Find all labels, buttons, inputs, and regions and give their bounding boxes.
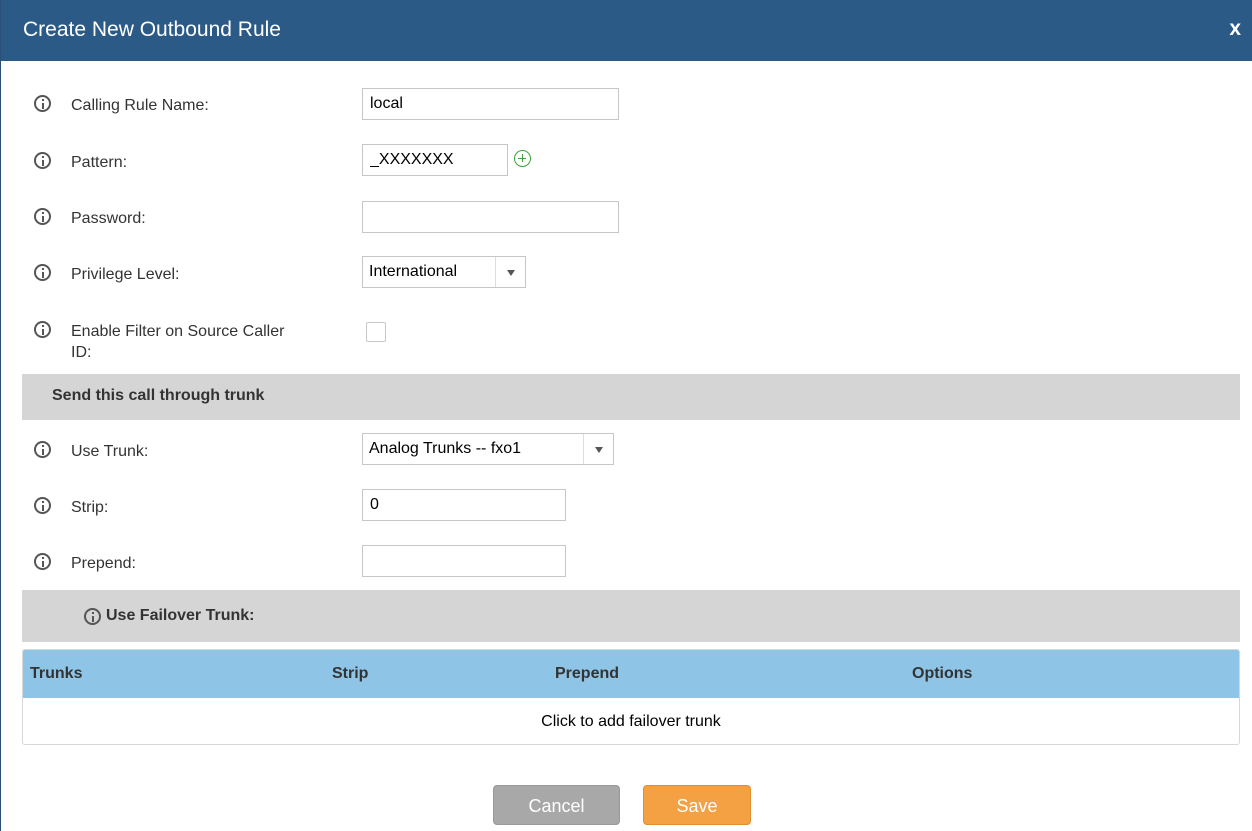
close-button[interactable]: x <box>1229 17 1241 41</box>
table-header: Trunks Strip Prepend Options <box>23 650 1239 698</box>
triangle-down-icon <box>583 434 613 464</box>
column-header-prepend: Prepend <box>555 665 620 682</box>
info-icon[interactable] <box>84 608 101 625</box>
column-header-strip: Strip <box>332 665 369 682</box>
strip-input[interactable] <box>362 489 566 521</box>
info-icon[interactable] <box>34 152 51 169</box>
privilege-level-select[interactable]: International <box>362 256 526 288</box>
info-icon[interactable] <box>34 95 51 112</box>
outbound-rule-dialog: Create New Outbound Rule x Calling Rule … <box>0 0 1252 831</box>
info-icon[interactable] <box>34 264 51 281</box>
failover-section-title: Use Failover Trunk: <box>106 607 255 624</box>
info-icon[interactable] <box>34 208 51 225</box>
trunk-section-title: Send this call through trunk <box>52 387 265 404</box>
filter-label-line2: ID: <box>71 344 92 361</box>
failover-section-header: Use Failover Trunk: <box>22 590 1240 642</box>
privilege-level-label: Privilege Level: <box>71 266 180 283</box>
dialog-titlebar: Create New Outbound Rule x <box>1 0 1252 61</box>
trunk-section-header: Send this call through trunk <box>22 374 1240 420</box>
info-icon[interactable] <box>34 553 51 570</box>
dialog-title: Create New Outbound Rule <box>23 18 281 41</box>
save-button[interactable]: Save <box>643 785 751 825</box>
use-trunk-label: Use Trunk: <box>71 443 149 460</box>
password-label: Password: <box>71 210 146 227</box>
prepend-label: Prepend: <box>71 555 136 572</box>
failover-trunk-table: Trunks Strip Prepend Options Click to ad… <box>22 649 1240 745</box>
triangle-down-icon <box>495 257 525 287</box>
pattern-label: Pattern: <box>71 154 128 171</box>
cancel-button[interactable]: Cancel <box>493 785 620 825</box>
calling-rule-name-label: Calling Rule Name: <box>71 97 209 114</box>
use-trunk-select[interactable]: Analog Trunks -- fxo1 <box>362 433 614 465</box>
info-icon[interactable] <box>34 497 51 514</box>
filter-label-line1: Enable Filter on Source Caller <box>71 323 285 340</box>
filter-source-caller-id-checkbox[interactable] <box>366 322 386 342</box>
column-header-options: Options <box>912 665 973 682</box>
plus-circle-icon[interactable] <box>514 150 531 167</box>
prepend-input[interactable] <box>362 545 566 577</box>
privilege-level-value: International <box>369 263 458 280</box>
info-icon[interactable] <box>34 441 51 458</box>
info-icon[interactable] <box>34 321 51 338</box>
column-header-trunks: Trunks <box>30 665 83 682</box>
filter-source-caller-id-label: Enable Filter on Source Caller ID: <box>71 321 284 363</box>
password-input[interactable] <box>362 201 619 233</box>
strip-label: Strip: <box>71 499 109 516</box>
calling-rule-name-input[interactable] <box>362 88 619 120</box>
add-failover-trunk-row[interactable]: Click to add failover trunk <box>23 698 1239 744</box>
pattern-input[interactable] <box>362 144 508 176</box>
use-trunk-value: Analog Trunks -- fxo1 <box>369 440 522 457</box>
